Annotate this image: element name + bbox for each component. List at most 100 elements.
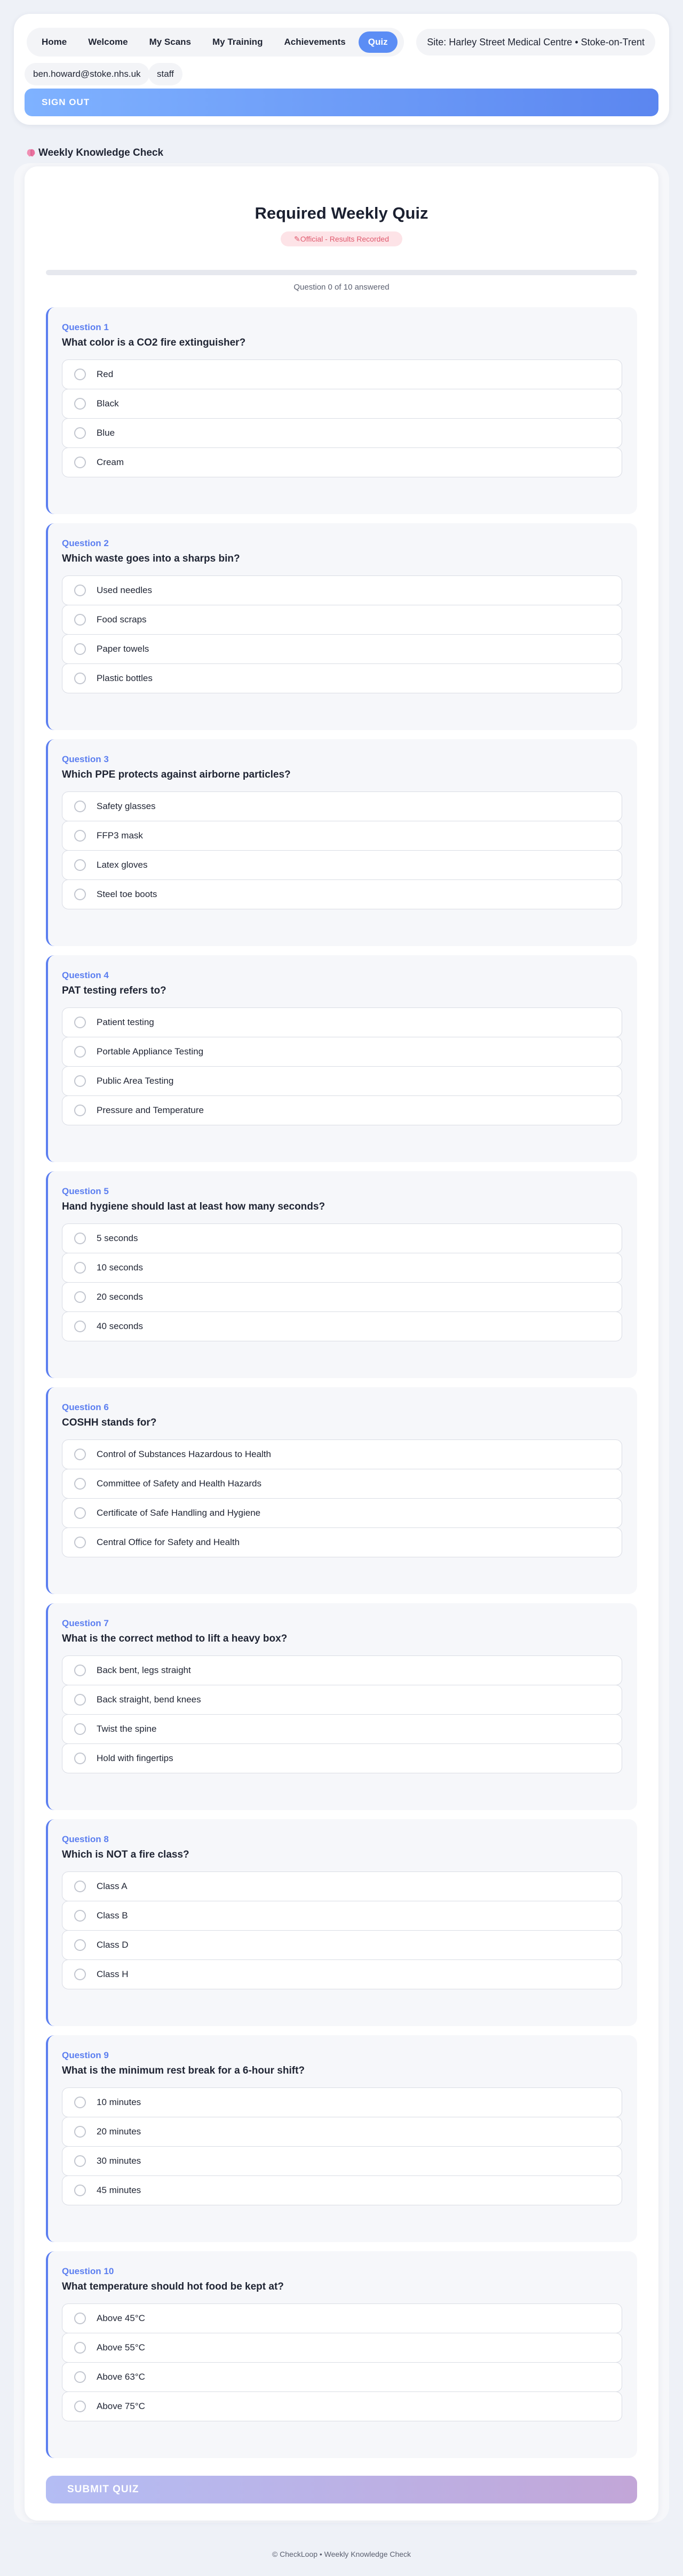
- answer-option[interactable]: Safety glasses: [62, 791, 622, 821]
- answer-option[interactable]: Twist the spine: [62, 1714, 622, 1744]
- answer-option[interactable]: Plastic bottles: [62, 663, 622, 693]
- radio-button[interactable]: [74, 1449, 86, 1460]
- answer-option[interactable]: Committee of Safety and Health Hazards: [62, 1469, 622, 1499]
- answer-option[interactable]: Control of Substances Hazardous to Healt…: [62, 1439, 622, 1469]
- answer-option[interactable]: 45 minutes: [62, 2175, 622, 2205]
- answer-option[interactable]: Cream: [62, 447, 622, 477]
- radio-button[interactable]: [74, 801, 86, 812]
- option-label: 45 minutes: [97, 2185, 141, 2195]
- radio-button[interactable]: [74, 2371, 86, 2383]
- radio-button[interactable]: [74, 2097, 86, 2108]
- radio-button[interactable]: [74, 2155, 86, 2167]
- answer-option[interactable]: 20 minutes: [62, 2117, 622, 2147]
- answer-option[interactable]: Blue: [62, 418, 622, 448]
- radio-button[interactable]: [74, 1291, 86, 1303]
- answer-option[interactable]: Central Office for Safety and Health: [62, 1527, 622, 1557]
- answer-option[interactable]: Public Area Testing: [62, 1066, 622, 1096]
- radio-button[interactable]: [74, 673, 86, 684]
- answer-option[interactable]: 10 minutes: [62, 2087, 622, 2117]
- radio-button[interactable]: [74, 1105, 86, 1116]
- answer-option[interactable]: Latex gloves: [62, 850, 622, 880]
- answer-option[interactable]: Red: [62, 359, 622, 389]
- question-block: Question 6 COSHH stands for? Control of Su…: [46, 1387, 637, 1594]
- answer-option[interactable]: 5 seconds: [62, 1223, 622, 1253]
- answer-option[interactable]: Certificate of Safe Handling and Hygiene: [62, 1498, 622, 1528]
- answer-option[interactable]: FFP3 mask: [62, 821, 622, 851]
- answer-option[interactable]: Class A: [62, 1871, 622, 1901]
- radio-button[interactable]: [74, 2342, 86, 2354]
- answer-option[interactable]: Black: [62, 389, 622, 419]
- answer-option[interactable]: Used needles: [62, 575, 622, 605]
- answer-option[interactable]: Pressure and Temperature: [62, 1095, 622, 1125]
- radio-button[interactable]: [74, 369, 86, 380]
- answer-option[interactable]: Steel toe boots: [62, 879, 622, 909]
- main-nav: Home Welcome My Scans My Training Achiev…: [27, 28, 404, 57]
- answer-option[interactable]: Class H: [62, 1959, 622, 1989]
- answer-option[interactable]: Food scraps: [62, 605, 622, 635]
- radio-button[interactable]: [74, 614, 86, 626]
- question-block: Question 5 Hand hygiene should last at le…: [46, 1171, 637, 1378]
- answer-option[interactable]: Patient testing: [62, 1007, 622, 1037]
- radio-button[interactable]: [74, 1478, 86, 1490]
- answer-option[interactable]: Above 75°C: [62, 2391, 622, 2421]
- nav-my-scans[interactable]: My Scans: [141, 31, 200, 53]
- question-text: COSHH stands for?: [62, 1417, 157, 1428]
- answer-option[interactable]: Class B: [62, 1901, 622, 1931]
- answer-option[interactable]: Back bent, legs straight: [62, 1655, 622, 1685]
- answer-option[interactable]: Hold with fingertips: [62, 1743, 622, 1773]
- progress-text: Question 0 of 10 answered: [293, 283, 390, 292]
- nav-home[interactable]: Home: [33, 31, 75, 53]
- submit-quiz-button[interactable]: SUBMIT QUIZ: [46, 2476, 637, 2503]
- option-label: Portable Appliance Testing: [97, 1046, 204, 1057]
- radio-button[interactable]: [74, 830, 86, 842]
- radio-button[interactable]: [74, 1075, 86, 1087]
- answer-option[interactable]: 10 seconds: [62, 1253, 622, 1283]
- radio-button[interactable]: [74, 1753, 86, 1764]
- answer-option[interactable]: 40 seconds: [62, 1311, 622, 1341]
- answer-option[interactable]: Portable Appliance Testing: [62, 1037, 622, 1067]
- radio-button[interactable]: [74, 1507, 86, 1519]
- nav-quiz[interactable]: Quiz: [358, 31, 398, 53]
- radio-button[interactable]: [74, 427, 86, 439]
- answer-option[interactable]: Above 55°C: [62, 2333, 622, 2363]
- radio-button[interactable]: [74, 2313, 86, 2324]
- radio-button[interactable]: [74, 398, 86, 410]
- radio-button[interactable]: [74, 1723, 86, 1735]
- option-label: Red: [97, 369, 114, 379]
- radio-button[interactable]: [74, 1910, 86, 1922]
- answer-option[interactable]: Above 45°C: [62, 2303, 622, 2333]
- answer-option[interactable]: Class D: [62, 1930, 622, 1960]
- answer-option[interactable]: Back straight, bend knees: [62, 1685, 622, 1715]
- radio-button[interactable]: [74, 1881, 86, 1892]
- answer-option[interactable]: 20 seconds: [62, 1282, 622, 1312]
- nav-welcome[interactable]: Welcome: [80, 31, 136, 53]
- nav-my-training[interactable]: My Training: [204, 31, 271, 53]
- radio-button[interactable]: [74, 2401, 86, 2412]
- option-label: 20 minutes: [97, 2126, 141, 2137]
- option-label: Black: [97, 398, 119, 409]
- radio-button[interactable]: [74, 859, 86, 871]
- radio-button[interactable]: [74, 1694, 86, 1706]
- answer-option[interactable]: Paper towels: [62, 634, 622, 664]
- radio-button[interactable]: [74, 1969, 86, 1980]
- radio-button[interactable]: [74, 1321, 86, 1332]
- radio-button[interactable]: [74, 1537, 86, 1548]
- radio-button[interactable]: [74, 1665, 86, 1676]
- option-label: 40 seconds: [97, 1321, 143, 1331]
- answer-option[interactable]: Above 63°C: [62, 2362, 622, 2392]
- radio-button[interactable]: [74, 1233, 86, 1244]
- sign-out-button[interactable]: SIGN OUT: [25, 89, 658, 116]
- radio-button[interactable]: [74, 1046, 86, 1058]
- radio-button[interactable]: [74, 643, 86, 655]
- answer-option[interactable]: 30 minutes: [62, 2146, 622, 2176]
- radio-button[interactable]: [74, 585, 86, 596]
- radio-button[interactable]: [74, 1939, 86, 1951]
- radio-button[interactable]: [74, 889, 86, 900]
- radio-button[interactable]: [74, 1262, 86, 1274]
- radio-button[interactable]: [74, 2126, 86, 2138]
- radio-button[interactable]: [74, 1017, 86, 1028]
- nav-achievements[interactable]: Achievements: [275, 31, 354, 53]
- radio-button[interactable]: [74, 457, 86, 468]
- radio-button[interactable]: [74, 2185, 86, 2196]
- quiz-title: Required Weekly Quiz: [255, 204, 428, 222]
